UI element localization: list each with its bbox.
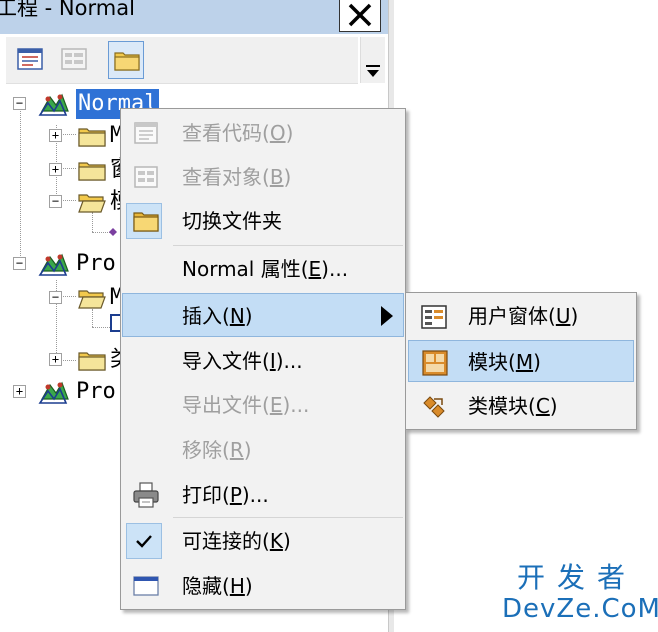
close-icon [348,3,372,27]
title-bar: 工程 - Normal [0,0,388,34]
view-code-icon [134,122,158,144]
menu-item-export-file[interactable]: 导出文件(E)... [122,383,404,427]
checkmark-icon [136,535,152,548]
menu-item-dockable[interactable]: 可连接的(K) [122,519,404,563]
menu-item-insert[interactable]: 插入(N) [122,293,404,337]
close-button[interactable] [339,0,381,32]
open-folder-icon [78,194,106,213]
folder-icon [78,352,106,371]
open-folder-icon [78,290,106,309]
window-title: 工程 - Normal [0,0,135,20]
folder-icon [78,128,106,147]
toggle-folders-button[interactable] [108,41,144,79]
checkmark-box [126,523,162,559]
folder-icon [114,52,140,71]
menu-item-import-file[interactable]: 导入文件(I)... [122,339,404,383]
submenu-item-userform[interactable]: 用户窗体(U) [408,295,634,337]
expand-toggle[interactable]: + [49,163,62,176]
explorer-toolbar [6,37,358,84]
hide-window-icon [133,576,159,596]
vba-project-icon [38,381,69,404]
module-icon [422,350,448,376]
vba-project-icon [38,93,69,116]
collapse-toggle[interactable]: − [49,195,62,208]
tree-node-label: Pro [76,379,116,404]
folder-icon [78,162,106,181]
userform-icon [421,305,447,329]
menu-separator [173,245,403,246]
menu-item-print[interactable]: 打印(P)... [122,473,404,517]
view-code-button[interactable] [12,41,48,79]
menu-item-view-code[interactable]: 查看代码(O) [122,111,404,155]
menu-item-remove[interactable]: 移除(R) [122,428,404,472]
expand-toggle[interactable]: + [49,353,62,366]
menu-separator [173,517,403,518]
folder-icon [133,212,159,232]
context-menu: 查看代码(O) 查看对象(B) 切换文件夹 Normal 属性(E)... 插入… [120,108,406,610]
printer-icon [133,482,159,508]
module-leaf-icon [109,228,117,236]
menu-item-properties[interactable]: Normal 属性(E)... [122,247,404,291]
tree-node-label: Pro [76,251,116,276]
submenu-item-module[interactable]: 模块(M) [408,340,634,382]
expand-toggle[interactable]: + [49,129,62,142]
view-object-icon [61,48,87,70]
toolbar-scroll[interactable] [360,37,385,83]
collapse-toggle[interactable]: − [13,97,26,110]
submenu-item-class-module[interactable]: 类模块(C) [408,385,634,427]
class-module-icon [423,396,445,418]
insert-submenu: 用户窗体(U) 模块(M) 类模块(C) [405,292,637,430]
collapse-toggle[interactable]: − [13,257,26,270]
vba-project-icon [38,253,69,276]
view-code-icon [17,48,43,70]
submenu-arrow-icon [381,306,393,326]
menu-item-toggle-folders[interactable]: 切换文件夹 [122,199,404,243]
view-object-button[interactable] [56,41,92,79]
collapse-toggle[interactable]: − [49,291,62,304]
view-object-icon [134,166,158,188]
menu-item-view-object[interactable]: 查看对象(B) [122,155,404,199]
menu-item-hide[interactable]: 隐藏(H) [122,564,404,608]
expand-toggle[interactable]: + [13,385,26,398]
chevron-down-icon [366,65,380,77]
watermark-logo: 开发者 DevZe.CoM [502,561,658,625]
